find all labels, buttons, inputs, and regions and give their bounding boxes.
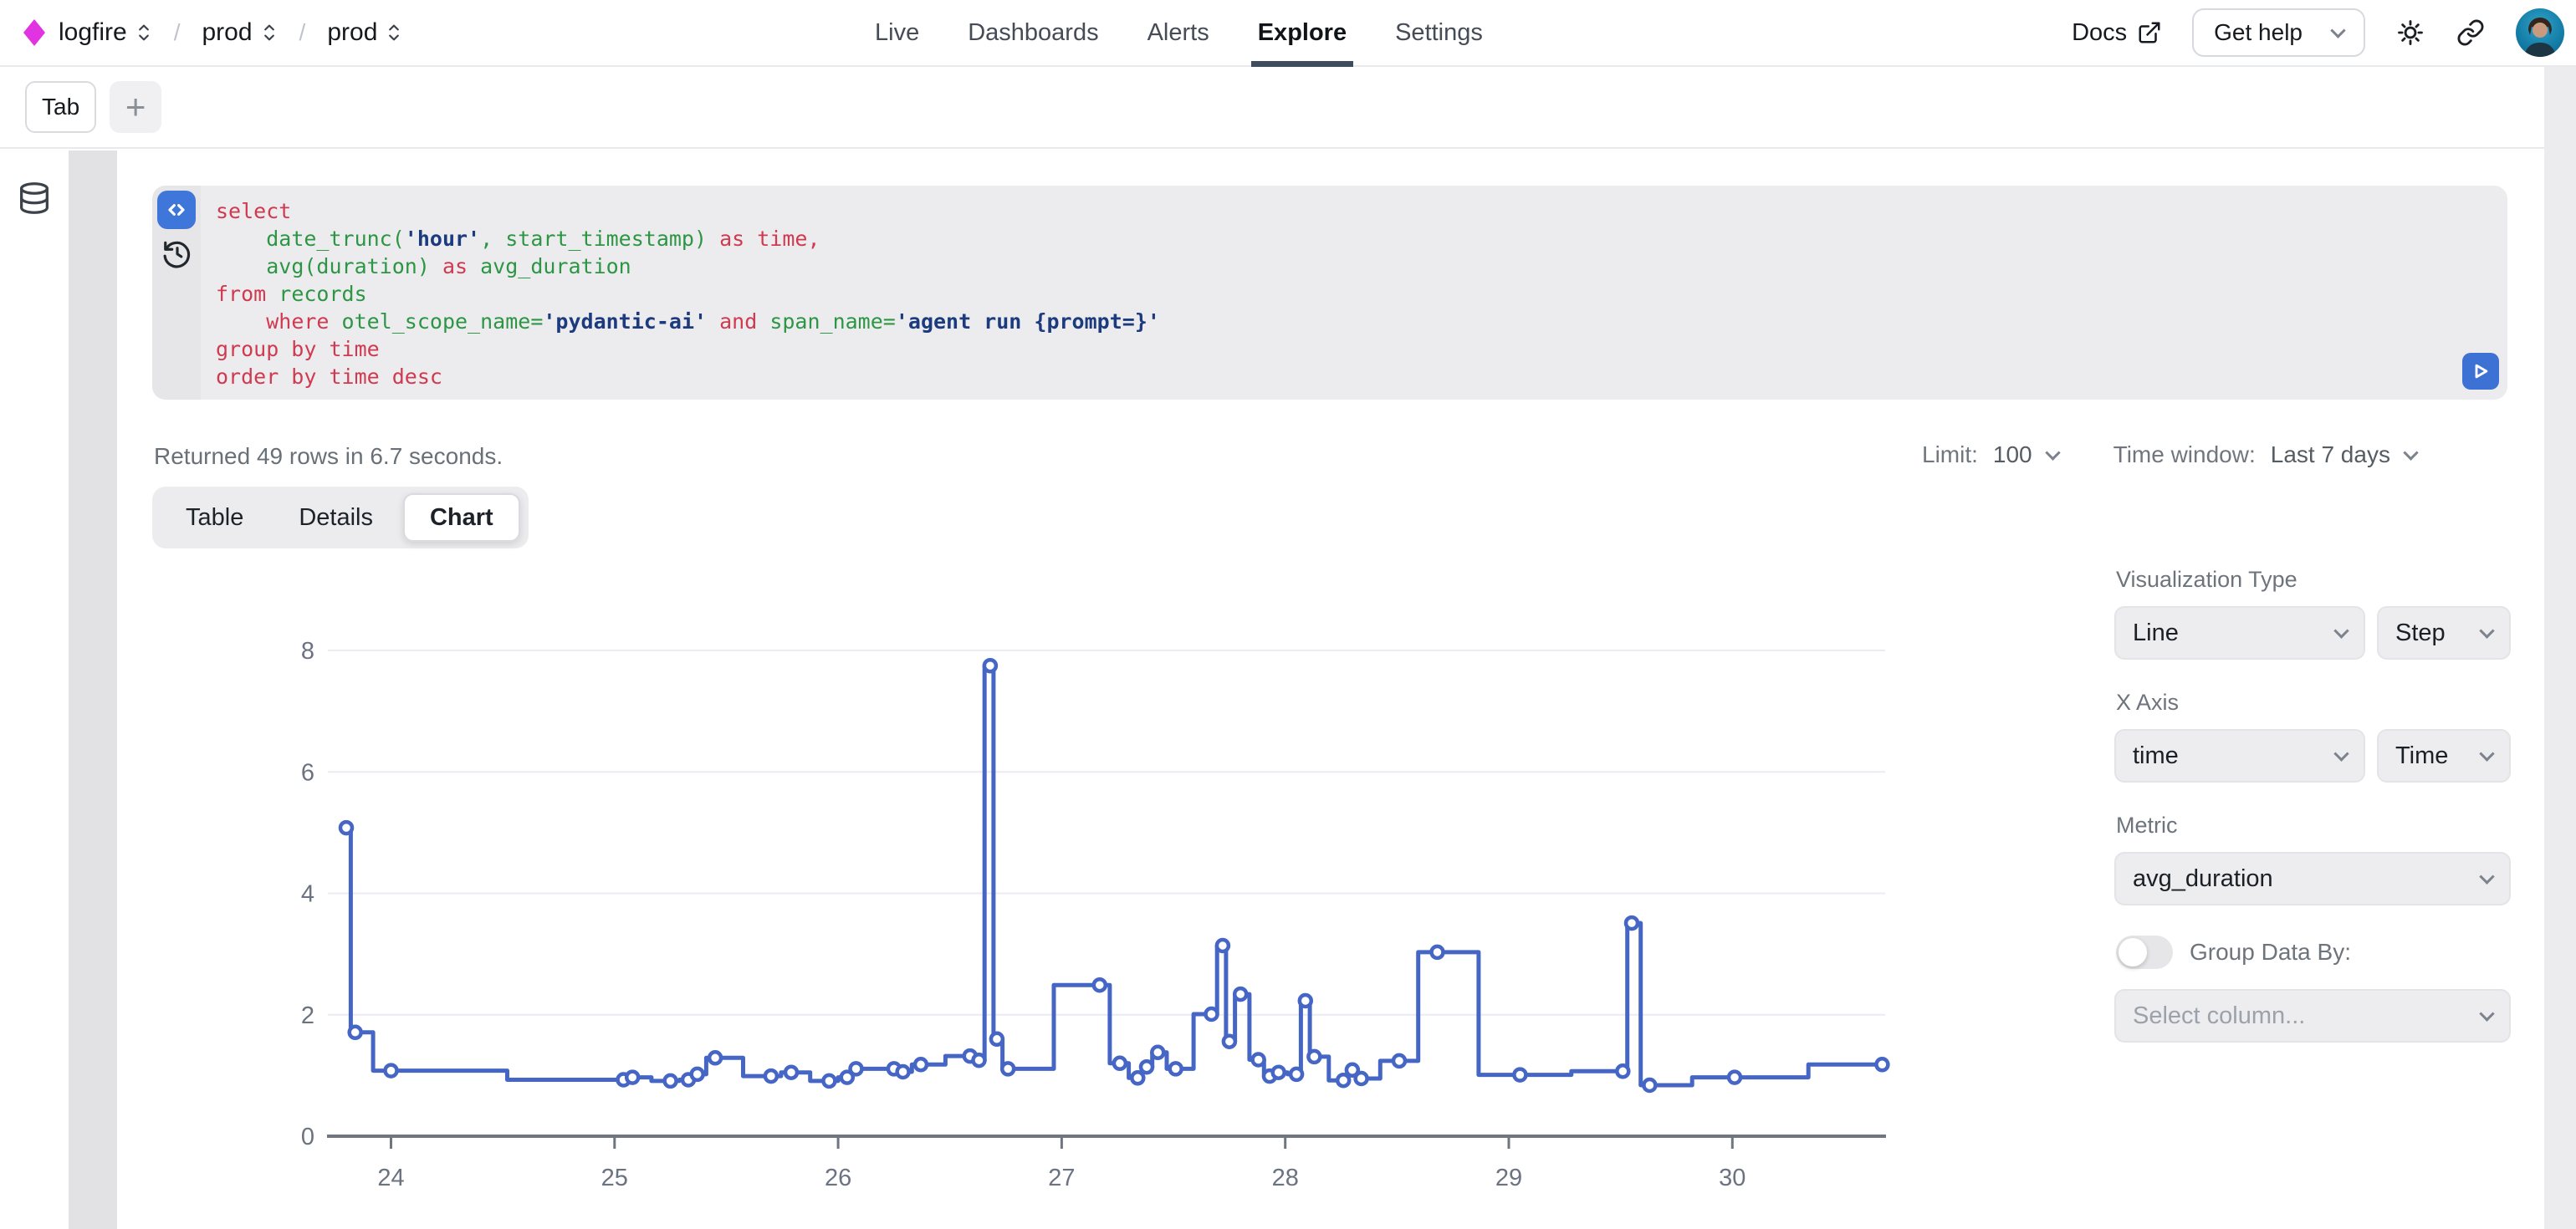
group-by-placeholder: Select column... — [2133, 1002, 2305, 1030]
x-axis-type-value: Time — [2395, 742, 2448, 770]
chart-settings-panel: Visualization Type Line Step X Axis time… — [2114, 567, 2511, 1073]
updown-chevron-icon — [261, 23, 278, 43]
view-tabs: TableDetailsChart — [152, 487, 529, 548]
docs-label: Docs — [2072, 19, 2127, 47]
avatar-image — [2516, 8, 2564, 57]
updown-chevron-icon — [386, 23, 402, 43]
time-window-label: Time window: — [2113, 441, 2256, 468]
group-by-column-select[interactable]: Select column... — [2114, 989, 2511, 1043]
chevron-down-icon — [2045, 445, 2060, 460]
time-window-value: Last 7 days — [2271, 441, 2390, 468]
org-switcher[interactable]: logfire — [59, 18, 152, 47]
nav-item-explore[interactable]: Explore — [1258, 0, 1347, 65]
breadcrumb-separator: / — [174, 19, 181, 46]
visualization-type-label: Visualization Type — [2116, 567, 2511, 593]
chevron-down-icon — [2479, 746, 2494, 761]
chevron-down-icon — [2403, 445, 2418, 460]
limit-select[interactable]: 100 — [1993, 441, 2058, 468]
query-history-button[interactable] — [161, 237, 193, 269]
visualization-type-select[interactable]: Line — [2114, 606, 2365, 660]
database-icon — [15, 179, 54, 217]
docs-link[interactable]: Docs — [2072, 19, 2162, 47]
editor-gutter — [152, 186, 201, 400]
copy-link-button[interactable] — [2456, 18, 2486, 48]
logfire-logo-icon — [23, 19, 45, 46]
environment-name: prod — [327, 18, 377, 47]
top-right-actions: Docs Get help — [2072, 0, 2564, 65]
tab-bar: Tab + — [0, 67, 2576, 149]
left-rail — [0, 150, 69, 1229]
visualization-style-select[interactable]: Step — [2377, 606, 2511, 660]
get-help-label: Get help — [2214, 19, 2303, 46]
main-nav: Live Dashboards Alerts Explore Settings — [875, 0, 1483, 65]
group-by-label: Group Data By: — [2190, 939, 2351, 966]
breadcrumb-separator: / — [299, 19, 306, 46]
nav-item-dashboards[interactable]: Dashboards — [968, 0, 1098, 65]
visualization-type-value: Line — [2133, 620, 2179, 647]
link-icon — [2456, 18, 2485, 47]
chevron-down-icon — [2479, 623, 2494, 638]
x-axis-type-select[interactable]: Time — [2377, 729, 2511, 783]
metric-select[interactable]: avg_duration — [2114, 852, 2511, 905]
main-content: select date_trunc('hour', start_timestam… — [117, 150, 2544, 1229]
results-summary: Returned 49 rows in 6.7 seconds. — [154, 443, 503, 470]
project-name: prod — [202, 18, 253, 47]
x-axis-column-select[interactable]: time — [2114, 729, 2365, 783]
editor-mode-button[interactable] — [157, 191, 196, 229]
sun-icon — [2396, 18, 2425, 47]
limit-value: 100 — [1993, 441, 2032, 468]
metric-value: avg_duration — [2133, 865, 2273, 893]
top-nav: logfire / prod / prod Live Dashboards Aler… — [0, 0, 2576, 67]
run-query-button[interactable] — [2462, 353, 2499, 390]
environment-switcher[interactable]: prod — [327, 18, 402, 47]
nav-item-alerts[interactable]: Alerts — [1147, 0, 1209, 65]
query-tab[interactable]: Tab — [25, 81, 96, 133]
limit-label: Limit: — [1922, 441, 1978, 468]
updown-chevron-icon — [135, 23, 152, 43]
chevron-down-icon — [2479, 869, 2494, 884]
chevron-down-icon — [2333, 746, 2349, 761]
nav-item-live[interactable]: Live — [875, 0, 919, 65]
history-icon — [161, 237, 193, 269]
x-axis-label: X Axis — [2116, 690, 2511, 716]
external-link-icon — [2137, 20, 2162, 45]
view-tab-chart[interactable]: Chart — [403, 493, 520, 542]
group-by-toggle[interactable] — [2116, 936, 2173, 969]
visualization-style-value: Step — [2395, 620, 2446, 647]
avatar[interactable] — [2516, 8, 2564, 57]
view-tab-details[interactable]: Details — [273, 493, 398, 542]
query-options: Limit: 100 Time window: Last 7 days — [1922, 441, 2416, 468]
chevron-down-icon — [2479, 1006, 2494, 1021]
project-switcher[interactable]: prod — [202, 18, 278, 47]
panel-resizer[interactable] — [69, 150, 117, 1229]
brand-name: logfire — [59, 18, 127, 47]
chevron-down-icon — [2330, 23, 2345, 38]
time-window-select[interactable]: Last 7 days — [2271, 441, 2416, 468]
schema-browser-button[interactable] — [15, 179, 54, 217]
theme-toggle-button[interactable] — [2395, 18, 2425, 48]
code-icon — [163, 196, 190, 223]
nav-item-settings[interactable]: Settings — [1395, 0, 1483, 65]
x-axis-column-value: time — [2133, 742, 2179, 770]
run-icon — [2468, 359, 2493, 384]
toggle-knob — [2119, 938, 2147, 966]
chevron-down-icon — [2333, 623, 2349, 638]
view-tab-table[interactable]: Table — [161, 493, 268, 542]
add-tab-button[interactable]: + — [110, 81, 161, 133]
breadcrumb: logfire / prod / prod — [23, 0, 402, 65]
get-help-button[interactable]: Get help — [2192, 8, 2365, 57]
metric-label: Metric — [2116, 813, 2511, 839]
scrollbar[interactable] — [2544, 67, 2576, 1229]
sql-code[interactable]: select date_trunc('hour', start_timestam… — [216, 197, 1160, 390]
sql-editor[interactable]: select date_trunc('hour', start_timestam… — [152, 186, 2507, 400]
